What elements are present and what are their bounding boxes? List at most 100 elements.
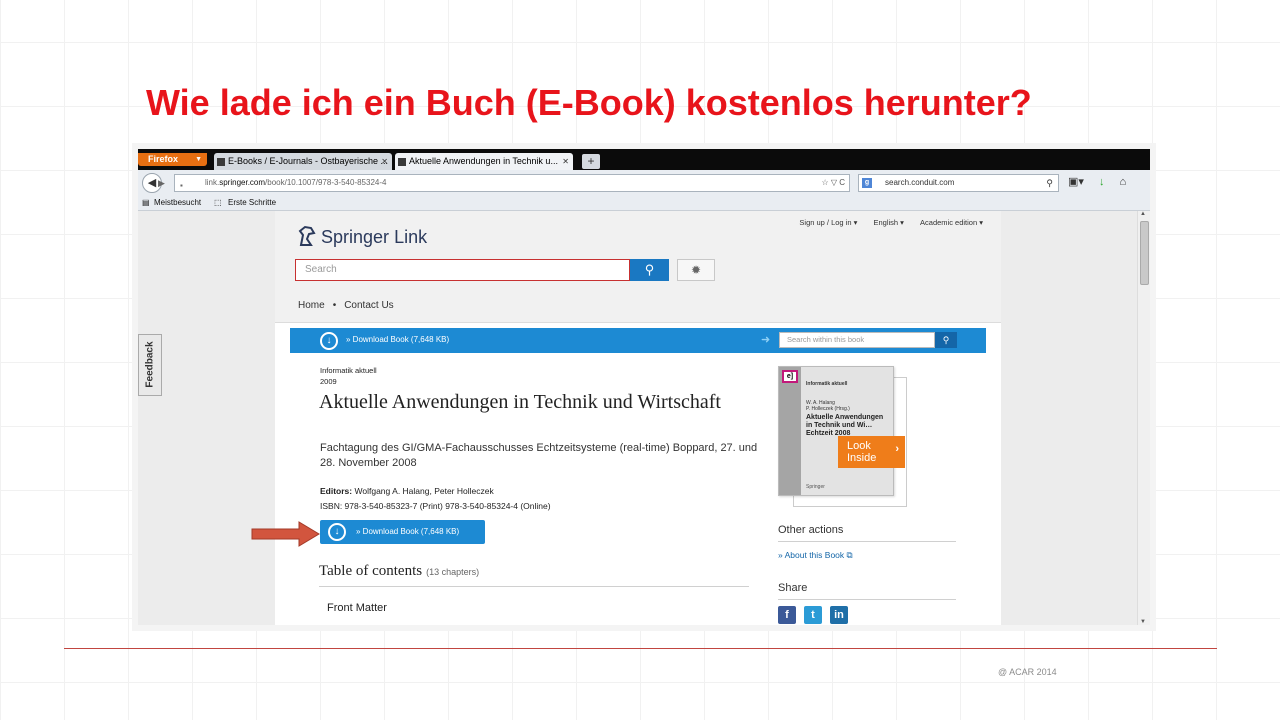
search-input[interactable]: Search [295,259,630,281]
bookmarks-toolbar: ▤ Meistbesucht ⬚ Erste Schritte [138,196,1150,211]
breadcrumb: Home • Contact Us [298,300,394,311]
close-icon[interactable]: ✕ [381,153,388,170]
search-engine-query: search.conduit.com [885,178,955,187]
feedback-label: Feedback [144,341,156,388]
new-tab-button[interactable]: + [582,154,600,169]
page-scrollbar[interactable]: ▲ ▼ [1137,211,1150,625]
edition-select[interactable]: Academic edition ▾ [920,218,983,227]
tab-label: Aktuelle Anwendungen in Technik u... [409,156,558,166]
breadcrumb-contact[interactable]: Contact Us [344,300,393,311]
url-path: /book/10.1007/978-3-540-85324-4 [265,178,387,187]
look-inside-button[interactable]: Look Inside › [838,436,905,468]
cover-series: Informatik aktuell [806,381,848,387]
sign-up-login-link[interactable]: Sign up / Log in ▾ [799,218,857,227]
bookmarks-menu-icon[interactable]: ▣▾ [1068,176,1084,188]
divider [778,599,956,600]
bookmark-meistbesucht[interactable]: Meistbesucht [154,196,201,209]
search-options-button[interactable]: ✹ [677,259,715,281]
bookmark-icon: ▤ [142,198,150,207]
scroll-down-icon[interactable]: ▼ [1140,619,1146,625]
look-inside-label: Look Inside [847,440,877,464]
scrollbar-thumb[interactable] [1140,221,1149,285]
logo-springer: Springer [321,227,390,247]
book-cover[interactable]: e] Informatik aktuell W. A. Halang P. Ho… [778,366,894,496]
editors-label: Editors: [320,486,353,496]
firefox-button-label: Firefox [148,154,179,164]
breadcrumb-separator: • [332,300,337,311]
download-icon[interactable]: ↓ [1099,176,1105,188]
browser-screenshot: Firefox ▼ E-Books / E-Journals - Ostbaye… [138,149,1150,625]
arrow-right-icon: ➜ [761,334,771,346]
facebook-icon[interactable]: f [778,606,796,624]
tab-springer[interactable]: Aktuelle Anwendungen in Technik u... ✕ [395,153,573,170]
book-editors: Editors: Wolfgang A. Halang, Peter Holle… [320,486,494,496]
springer-page: Springer Link Sign up / Log in ▾ English… [275,211,1001,625]
logo-link: Link [394,227,428,247]
divider [319,586,749,587]
download-book-button[interactable]: ↓ » Download Book (7,648 KB) [320,520,485,544]
tab-ebooks[interactable]: E-Books / E-Journals - Ostbayerische ...… [214,153,392,170]
book-year: 2009 [320,377,337,386]
search-icon: ⚲ [942,335,950,345]
url-prefix: link. [205,178,220,187]
about-link-label: » About this Book [778,550,845,560]
address-bar[interactable]: ▪ link.springer.com/book/10.1007/978-3-5… [174,174,850,192]
toc-title: Table of contents (13 chapters) [319,563,479,580]
search-within-book-input[interactable]: Search within this book [779,332,935,348]
forward-button[interactable]: ▶ [158,176,172,190]
search-within-button[interactable]: ⚲ [935,332,957,348]
book-title: Aktuelle Anwendungen in Technik und Wirt… [319,391,721,413]
book-series[interactable]: Informatik aktuell [320,366,377,375]
ebook-badge: e] [782,370,798,383]
navigation-bar: ◀ ▶ ▪ link.springer.com/book/10.1007/978… [138,170,1150,197]
search-button[interactable]: ⚲ [630,259,669,281]
other-actions-title: Other actions [778,524,844,536]
language-select[interactable]: English ▾ [873,218,903,227]
search-icon[interactable]: ⚲ [1046,175,1053,191]
springer-horse-icon [298,225,316,246]
search-engine-box[interactable]: g search.conduit.com ⚲ [858,174,1059,192]
scroll-up-icon[interactable]: ▲ [1140,211,1146,217]
cover-title: Aktuelle Anwendungen in Technik und Wi… … [806,414,884,437]
editors-names[interactable]: Wolfgang A. Halang, Peter Holleczek [355,486,494,496]
nav-toolbar-icons: ▣▾ ↓ ⌂ [1068,175,1138,188]
download-icon: ↓ [328,523,346,541]
header-links: Sign up / Log in ▾ English ▾ Academic ed… [785,218,983,227]
toc-count: (13 chapters) [426,567,480,577]
springer-link-logo[interactable]: Springer Link [297,225,427,251]
url-domain: springer.com [219,178,266,187]
tab-label: E-Books / E-Journals - Ostbayerische ... [228,156,389,166]
about-this-book-link[interactable]: » About this Book ⧉ [778,550,853,561]
download-bar: ↓ » Download Book (7,648 KB) ➜ Search wi… [290,328,986,353]
bookmark-icon: ⬚ [214,198,222,207]
linkedin-icon[interactable]: in [830,606,848,624]
chevron-right-icon: › [895,443,899,455]
book-isbn: ISBN: 978-3-540-85323-7 (Print) 978-3-54… [320,501,551,511]
firefox-menu-button[interactable]: Firefox ▼ [138,153,207,166]
share-title: Share [778,582,808,594]
toc-title-text: Table of contents [319,563,423,579]
web-page: Feedback Springer Link Sign up / Log in … [138,211,1150,625]
feedback-tab[interactable]: Feedback [138,334,162,396]
tab-bar: Firefox ▼ E-Books / E-Journals - Ostbaye… [138,149,1150,170]
search-icon: ⚲ [644,262,655,277]
breadcrumb-home[interactable]: Home [298,300,325,311]
divider [778,541,956,542]
toc-item-front-matter[interactable]: Front Matter [327,602,387,614]
red-arrow-icon [251,521,320,547]
download-bar-link[interactable]: » Download Book (7,648 KB) [346,335,449,344]
site-identity-icon[interactable]: ▪ [180,178,183,194]
bookmark-erste-schritte[interactable]: Erste Schritte [228,196,276,209]
url-tools[interactable]: ☆ ▽ C [821,175,845,191]
favicon-icon [398,158,406,166]
twitter-icon[interactable]: t [804,606,822,624]
external-link-icon: ⧉ [846,550,853,560]
close-icon[interactable]: ✕ [562,153,569,170]
book-subtitle: Fachtagung des GI/GMA-Fachausschusses Ec… [320,442,758,469]
home-icon[interactable]: ⌂ [1120,176,1127,188]
download-icon[interactable]: ↓ [320,332,338,350]
footer-copyright: @ ACAR 2014 [998,667,1057,677]
download-button-label: » Download Book (7,648 KB) [356,527,460,536]
cover-stripe [779,367,801,495]
gear-icon: ✹ [690,263,702,277]
